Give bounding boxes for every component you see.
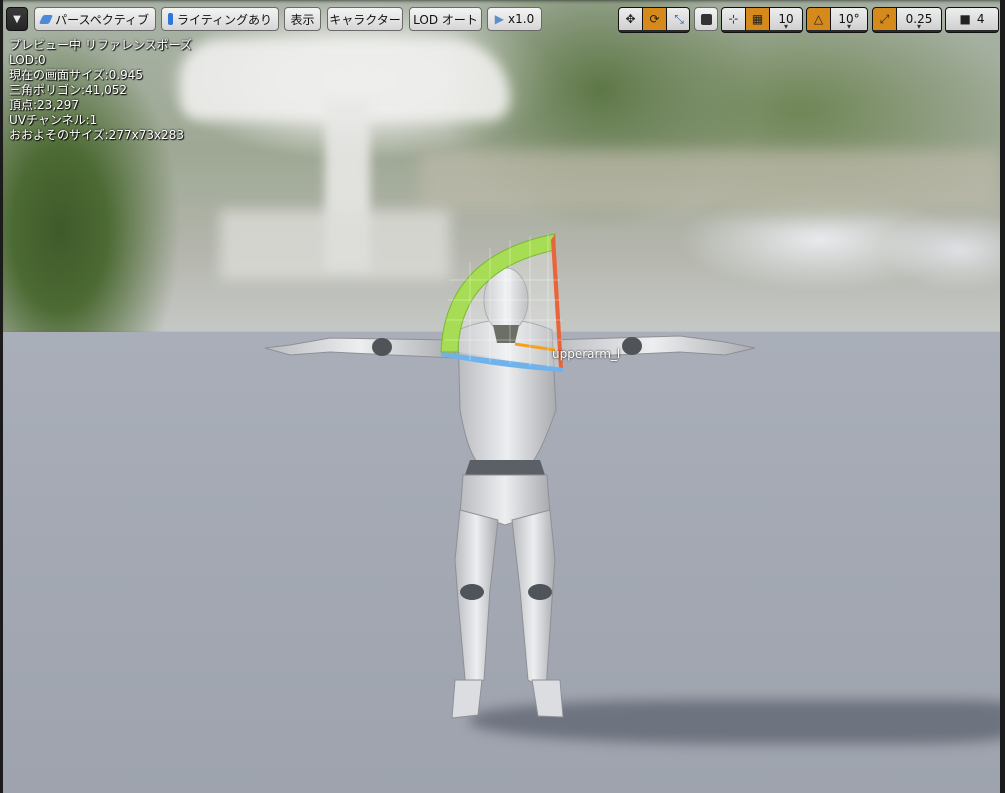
viewport[interactable]: upperarm_l プレビュー中 リファレンスポーズ LOD:0 現在の画面サ… xyxy=(0,0,1005,793)
coordinate-space-button[interactable] xyxy=(694,7,718,31)
angle-icon: △ xyxy=(813,12,824,26)
stats-overlay: プレビュー中 リファレンスポーズ LOD:0 現在の画面サイズ:0.945 三角… xyxy=(9,38,192,143)
scale-snap-group: ⤢ 0.25 ▾ xyxy=(872,7,942,33)
stat-uv-channels: UVチャンネル:1 xyxy=(9,113,98,127)
grid-snap-group: ⊹ ▦ 10 ▾ xyxy=(721,7,803,33)
viewport-border-right xyxy=(1000,0,1005,793)
stat-screen-size: 現在の画面サイズ:0.945 xyxy=(9,68,144,82)
scale-icon: ⤡ xyxy=(674,11,684,26)
rotate-tool-button[interactable]: ⟳ xyxy=(643,8,667,30)
scale-snap-value[interactable]: 0.25 ▾ xyxy=(897,8,941,31)
translate-tool-button[interactable]: ✥ xyxy=(619,8,643,30)
lod-label: LOD オート xyxy=(413,12,478,27)
lighting-label: ライティングあり xyxy=(176,12,272,27)
camera-icon: ■ xyxy=(959,12,971,26)
surface-snap-icon: ⊹ xyxy=(728,12,739,26)
perspective-icon xyxy=(38,14,54,24)
grid-snap-toggle[interactable]: ▦ xyxy=(746,8,770,30)
scale-tool-button[interactable]: ⤡ xyxy=(667,8,689,30)
rotation-snap-toggle[interactable]: △ xyxy=(807,8,831,30)
viewport-border-left xyxy=(0,0,3,793)
stat-triangles: 三角ポリゴン:41,052 xyxy=(9,83,128,97)
chevron-down-icon: ▼ xyxy=(13,13,21,25)
scale-snap-toggle[interactable]: ⤢ xyxy=(873,8,897,30)
scale-snap-icon: ⤢ xyxy=(879,11,890,26)
viewport-toolbar: ▼ パースペクティブ ライティングあり 表示 キャラクター LOD オート ▶ … xyxy=(6,7,999,33)
perspective-button[interactable]: パースペクティブ xyxy=(34,7,156,31)
camera-speed-group: ■ 4 xyxy=(945,7,999,33)
perspective-label: パースペクティブ xyxy=(55,12,149,27)
playback-speed-button[interactable]: ▶ x1.0 xyxy=(487,7,542,31)
character-label: キャラクター xyxy=(329,12,401,27)
show-button[interactable]: 表示 xyxy=(284,7,321,31)
caret-icon: ▾ xyxy=(846,22,852,31)
transform-tools-group: ✥ ⟳ ⤡ xyxy=(618,7,690,33)
stat-lod: LOD:0 xyxy=(9,53,46,67)
show-label: 表示 xyxy=(290,12,315,27)
speed-label: x1.0 xyxy=(508,12,535,26)
viewport-options-button[interactable]: ▼ xyxy=(6,7,28,31)
cube-icon xyxy=(168,13,173,25)
caret-icon: ▾ xyxy=(916,22,922,31)
character-button[interactable]: キャラクター xyxy=(327,7,403,31)
camera-speed-button[interactable]: ■ 4 xyxy=(946,8,998,30)
grid-snap-value[interactable]: 10 ▾ xyxy=(770,8,802,31)
camera-speed-value-text: 4 xyxy=(976,12,985,26)
lighting-button[interactable]: ライティングあり xyxy=(161,7,279,31)
rotation-snap-value[interactable]: 10° ▾ xyxy=(831,8,867,31)
surface-snap-button[interactable]: ⊹ xyxy=(722,8,746,30)
grid-icon: ▦ xyxy=(751,12,764,26)
stat-approx-size: おおよそのサイズ:277x73x283 xyxy=(9,128,184,142)
stat-vertices: 頂点:23,297 xyxy=(9,98,80,112)
play-icon: ▶ xyxy=(494,12,505,26)
rotation-snap-group: △ 10° ▾ xyxy=(806,7,868,33)
rotate-icon: ⟳ xyxy=(649,12,660,26)
move-icon: ✥ xyxy=(625,12,636,26)
stat-preview: プレビュー中 リファレンスポーズ xyxy=(9,38,192,52)
local-space-icon xyxy=(700,13,712,25)
caret-icon: ▾ xyxy=(783,22,789,31)
bone-label: upperarm_l xyxy=(552,347,621,361)
lod-button[interactable]: LOD オート xyxy=(409,7,482,31)
